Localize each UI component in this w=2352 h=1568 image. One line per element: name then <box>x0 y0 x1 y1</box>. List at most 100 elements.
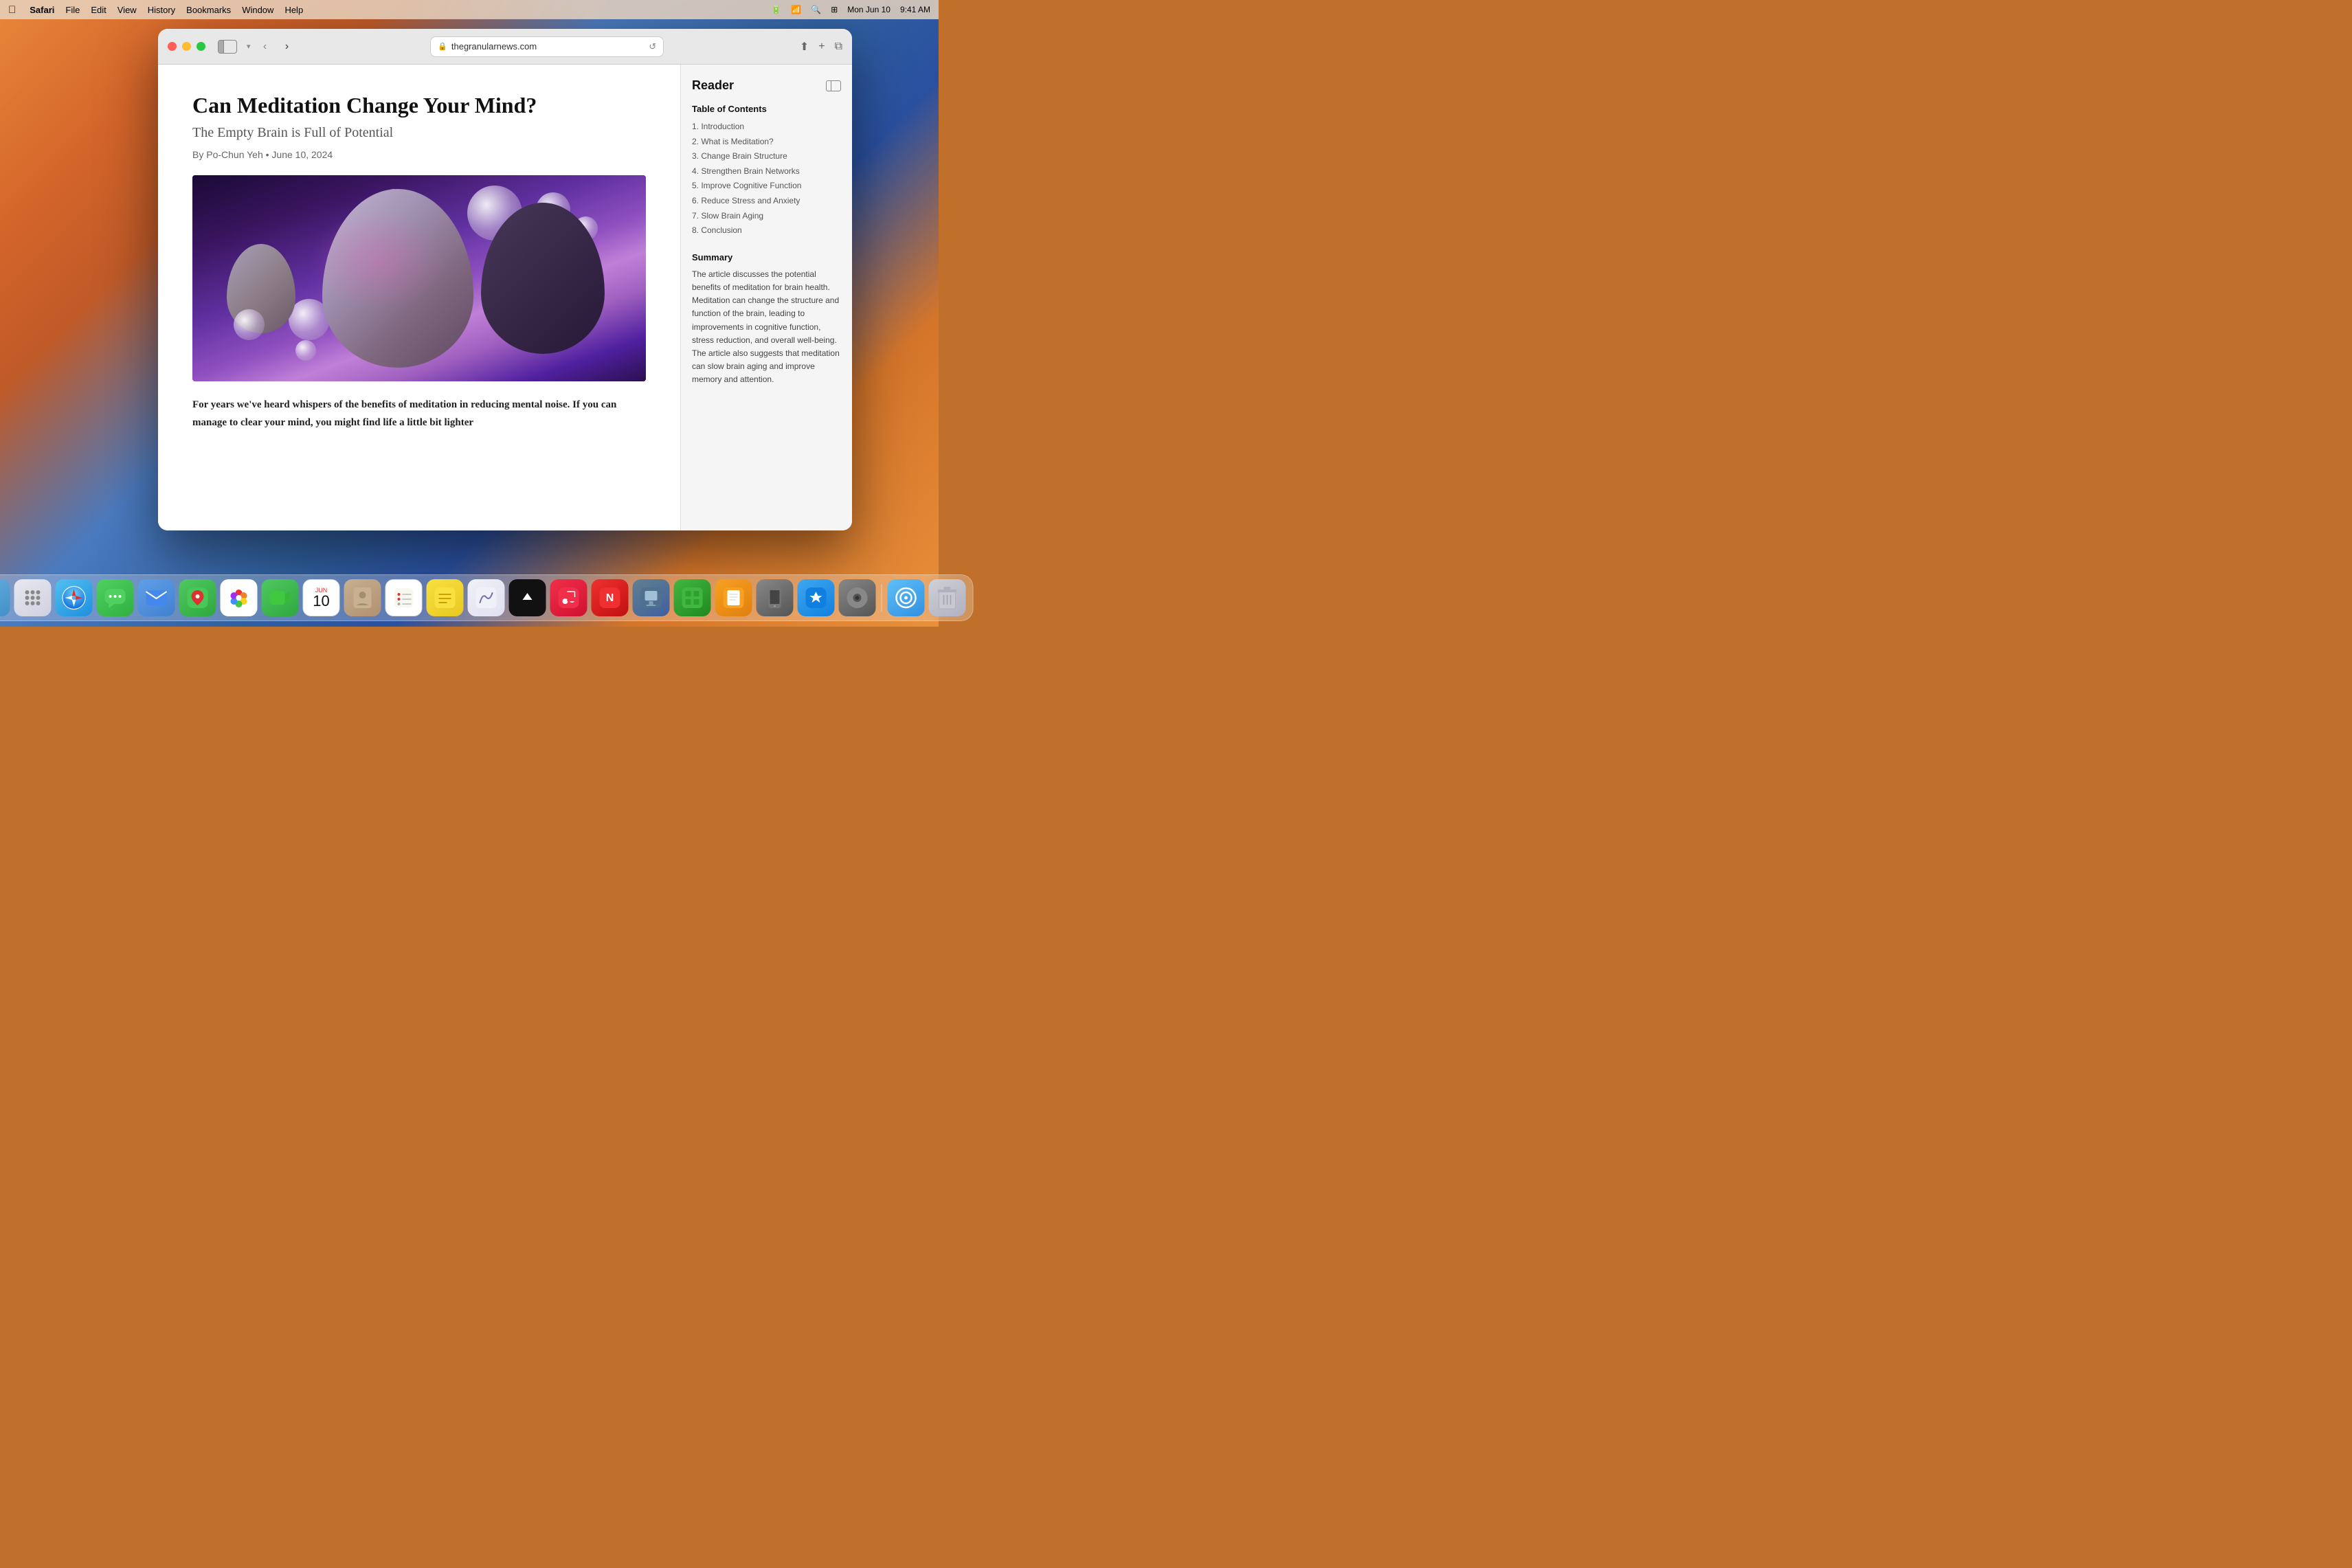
dock-app-pages[interactable] <box>715 579 752 616</box>
new-tab-button[interactable]: + <box>818 41 825 53</box>
launchpad-icon <box>22 587 44 609</box>
dock-app-notes[interactable] <box>427 579 464 616</box>
dock-app-contacts[interactable] <box>344 579 381 616</box>
dock-app-phone-mirroring[interactable] <box>757 579 794 616</box>
menubar-safari[interactable]: Safari <box>30 5 54 15</box>
dock-app-keynote[interactable] <box>633 579 670 616</box>
appletv-icon <box>516 586 539 609</box>
dock-app-news[interactable]: N <box>592 579 629 616</box>
back-button[interactable]: ‹ <box>258 39 273 54</box>
dock-app-appletv[interactable] <box>509 579 546 616</box>
traffic-lights <box>168 42 205 51</box>
article-body: For years we've heard whispers of the be… <box>192 396 646 432</box>
toc-item-1[interactable]: 1. Introduction <box>692 120 841 135</box>
pages-icon <box>722 586 746 609</box>
dock-app-trash[interactable] <box>929 579 966 616</box>
photos-icon <box>226 585 252 611</box>
dock-app-numbers[interactable] <box>674 579 711 616</box>
toc-item-8[interactable]: 8. Conclusion <box>692 223 841 238</box>
dock-app-facetime[interactable] <box>262 579 299 616</box>
dock: JUN 10 <box>0 574 974 621</box>
time: 9:41 AM <box>900 5 930 14</box>
clock: Mon Jun 10 <box>847 5 891 14</box>
menubar-help[interactable]: Help <box>284 5 303 15</box>
dock-app-freeform[interactable] <box>468 579 505 616</box>
lock-icon: 🔒 <box>438 42 447 51</box>
toc-list: 1. Introduction 2. What is Meditation? 3… <box>692 120 841 238</box>
safari-toolbar: ▾ ‹ › 🔒 thegranularnews.com ↺ ⬆ + ⧉ <box>158 29 852 65</box>
article-area: Can Meditation Change Your Mind? The Emp… <box>158 65 680 530</box>
maps-icon <box>186 586 210 609</box>
menubar-right: 🔋 📶 🔍 ⊞ Mon Jun 10 9:41 AM <box>771 5 930 14</box>
appstore-icon <box>805 586 828 609</box>
dock-app-appstore[interactable] <box>798 579 835 616</box>
toc-item-7[interactable]: 7. Slow Brain Aging <box>692 209 841 224</box>
mail-icon <box>145 586 168 609</box>
maximize-button[interactable] <box>197 42 205 51</box>
forward-button[interactable]: › <box>280 39 295 54</box>
menubar-left:  Safari File Edit View History Bookmark… <box>8 4 303 16</box>
dock-app-safari[interactable] <box>56 579 93 616</box>
toc-heading: Table of Contents <box>692 104 841 114</box>
system-preferences-icon <box>846 586 869 609</box>
menubar-bookmarks[interactable]: Bookmarks <box>186 5 231 15</box>
dock-app-messages[interactable] <box>97 579 134 616</box>
safari-content: Can Meditation Change Your Mind? The Emp… <box>158 65 852 530</box>
menubar-file[interactable]: File <box>65 5 80 15</box>
address-bar[interactable]: 🔒 thegranularnews.com ↺ <box>430 36 664 57</box>
dock-app-reminders[interactable] <box>385 579 423 616</box>
toc-item-4[interactable]: 4. Strengthen Brain Networks <box>692 164 841 179</box>
sidebar-toggle[interactable] <box>218 40 237 54</box>
calendar-icon: JUN 10 <box>313 587 329 609</box>
finder-icon <box>0 587 3 609</box>
share-button[interactable]: ⬆ <box>800 40 809 54</box>
close-button[interactable] <box>168 42 177 51</box>
menubar-window[interactable]: Window <box>242 5 273 15</box>
toolbar-actions: ⬆ + ⧉ <box>800 40 842 54</box>
toc-item-2[interactable]: 2. What is Meditation? <box>692 135 841 150</box>
article-byline: By Po-Chun Yeh • June 10, 2024 <box>192 149 646 160</box>
sidebar-toggle-right <box>224 41 236 53</box>
dock-app-music[interactable] <box>550 579 587 616</box>
minimize-button[interactable] <box>182 42 191 51</box>
facetime-icon <box>269 586 292 609</box>
menubar-edit[interactable]: Edit <box>91 5 106 15</box>
messages-icon <box>104 586 127 609</box>
toc-item-3[interactable]: 3. Change Brain Structure <box>692 149 841 164</box>
dock-app-photos[interactable] <box>221 579 258 616</box>
menubar-view[interactable]: View <box>117 5 137 15</box>
menubar-history[interactable]: History <box>148 5 175 15</box>
tab-overview-button[interactable]: ⧉ <box>835 41 842 53</box>
reader-sidebar: Reader Table of Contents 1. Introduction… <box>680 65 852 530</box>
apple-menu[interactable]:  <box>8 4 16 16</box>
orb-bottom-left <box>234 309 265 340</box>
reload-button[interactable]: ↺ <box>649 41 656 52</box>
dock-app-system-preferences[interactable] <box>839 579 876 616</box>
article-hero-image <box>192 175 646 381</box>
dock-app-airdrop[interactable] <box>888 579 925 616</box>
sidebar-chevron-icon[interactable]: ▾ <box>247 42 251 51</box>
toc-item-6[interactable]: 6. Reduce Stress and Anxiety <box>692 194 841 209</box>
meditation-illustration <box>192 175 646 381</box>
dock-app-calendar[interactable]: JUN 10 <box>303 579 340 616</box>
wifi-icon: 📶 <box>791 5 801 14</box>
reader-icon-left <box>827 81 831 91</box>
sidebar-toggle-left <box>219 41 224 53</box>
dock-app-mail[interactable] <box>138 579 175 616</box>
control-center-icon[interactable]: ⊞ <box>831 5 838 14</box>
address-bar-container: 🔒 thegranularnews.com ↺ <box>302 36 793 57</box>
search-icon[interactable]: 🔍 <box>811 5 821 14</box>
notes-icon <box>434 586 457 609</box>
orb-bottom-mid <box>295 340 316 361</box>
numbers-icon <box>681 586 704 609</box>
dock-app-maps[interactable] <box>179 579 216 616</box>
calendar-day: 10 <box>313 594 329 609</box>
dock-app-launchpad[interactable] <box>14 579 52 616</box>
freeform-icon <box>475 586 498 609</box>
summary-text: The article discusses the potential bene… <box>692 268 841 387</box>
article-title: Can Meditation Change Your Mind? <box>192 92 646 118</box>
dock-app-finder[interactable] <box>0 579 10 616</box>
reader-title: Reader <box>692 78 734 93</box>
reader-view-icon[interactable] <box>826 80 841 91</box>
toc-item-5[interactable]: 5. Improve Cognitive Function <box>692 179 841 194</box>
